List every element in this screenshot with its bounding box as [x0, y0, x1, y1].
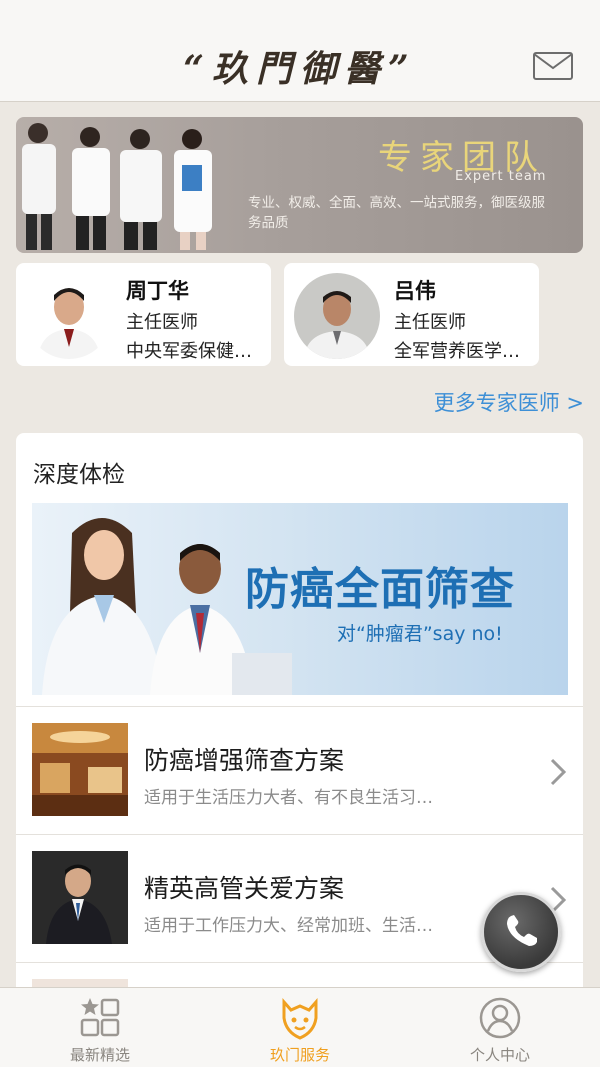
plan-title: 精英高管关爱方案 [144, 874, 345, 903]
mail-icon[interactable] [533, 52, 573, 80]
plan-thumbnail [32, 723, 128, 816]
doctor-name: 周丁华 [126, 279, 189, 303]
tab-services[interactable]: 玖门服务 [200, 988, 400, 1067]
app-header: “玖門御醫” [0, 0, 600, 102]
call-button[interactable] [481, 892, 561, 972]
tab-profile[interactable]: 个人中心 [400, 988, 600, 1067]
expert-banner-description: 专业、权威、全面、高效、一站式服务，御医级服务品质 [248, 195, 545, 231]
doctor-name: 吕伟 [394, 279, 436, 303]
tab-label: 个人中心 [469, 1046, 530, 1064]
phone-icon [507, 915, 537, 946]
cancer-banner-subtitle: 对“肿瘤君”say no! [337, 623, 503, 645]
plan-description: 适用于生活压力大者、有不良生活习… [144, 788, 433, 808]
doctors-group-image [22, 123, 212, 250]
expert-banner-subtitle: Expert team [455, 169, 547, 184]
doctor-card[interactable]: 吕伟 主任医师 全军营养医学… [284, 263, 539, 366]
doctor-org: 全军营养医学… [394, 341, 520, 362]
cancer-screening-banner[interactable]: 防癌全面筛查 对“肿瘤君”say no! [32, 503, 568, 695]
doctor-org: 中央军委保健… [126, 341, 252, 362]
grid-star-icon [80, 998, 120, 1037]
doctor-avatar [294, 273, 380, 359]
more-experts-link[interactable]: 更多专家医师 > [434, 387, 584, 417]
plan-thumbnail [32, 851, 128, 944]
user-icon [479, 997, 521, 1039]
chevron-right-icon [550, 758, 567, 786]
doctor-card[interactable]: 周丁华 主任医师 中央军委保健… [16, 263, 271, 366]
tab-label: 玖门服务 [269, 1046, 330, 1064]
doctor-avatar [26, 273, 112, 359]
plan-title: 防癌增强筛查方案 [144, 746, 345, 775]
bottom-tab-bar: 最新精选 玖门服务 个人中心 [0, 987, 600, 1067]
plan-list-item[interactable]: 防癌增强筛查方案 适用于生活压力大者、有不良生活习… [16, 706, 583, 834]
service-badge-icon [282, 998, 318, 1040]
section-title: 深度体检 [33, 462, 125, 488]
tab-label: 最新精选 [69, 1046, 130, 1064]
doctor-title: 主任医师 [126, 312, 198, 333]
tab-latest[interactable]: 最新精选 [0, 988, 200, 1067]
doctor-title: 主任医师 [394, 312, 466, 333]
app-logo: “玖門御醫” [183, 48, 417, 90]
cancer-banner-title: 防癌全面筛查 [245, 564, 515, 615]
plan-description: 适用于工作压力大、经常加班、生活… [144, 916, 433, 936]
